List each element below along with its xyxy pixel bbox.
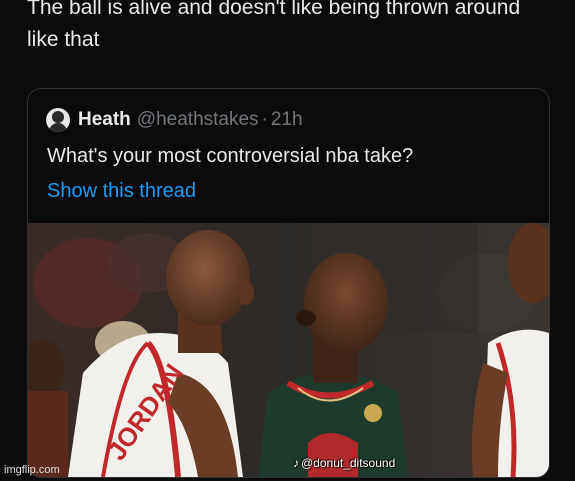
- show-thread-link[interactable]: Show this thread: [47, 180, 196, 203]
- quoted-tweet-text: What's your most controversial nba take?: [47, 145, 414, 167]
- basketball-photo: JORDAN: [28, 223, 549, 477]
- separator-dot: ·: [261, 109, 268, 130]
- watermark-handle: @donut_ditsound: [301, 456, 396, 470]
- site-watermark: imgflip.com: [4, 464, 60, 476]
- tiktok-icon: ♪: [293, 456, 299, 470]
- quoted-tweet-card[interactable]: Heath @heathstakes · 21h What's your mos…: [27, 88, 550, 478]
- quoted-tweet-header: Heath @heathstakes · 21h: [46, 107, 303, 133]
- author-avatar[interactable]: [46, 108, 70, 132]
- author-name[interactable]: Heath: [78, 109, 131, 131]
- tweet-timestamp[interactable]: 21h: [271, 109, 303, 131]
- tweet-media-image[interactable]: JORDAN ♪ @donut_ditsound: [28, 223, 549, 477]
- author-handle[interactable]: @heathstakes: [137, 109, 259, 131]
- media-watermark: ♪ @donut_ditsound: [293, 456, 395, 470]
- post-text: The ball is alive and doesn't like being…: [27, 0, 521, 51]
